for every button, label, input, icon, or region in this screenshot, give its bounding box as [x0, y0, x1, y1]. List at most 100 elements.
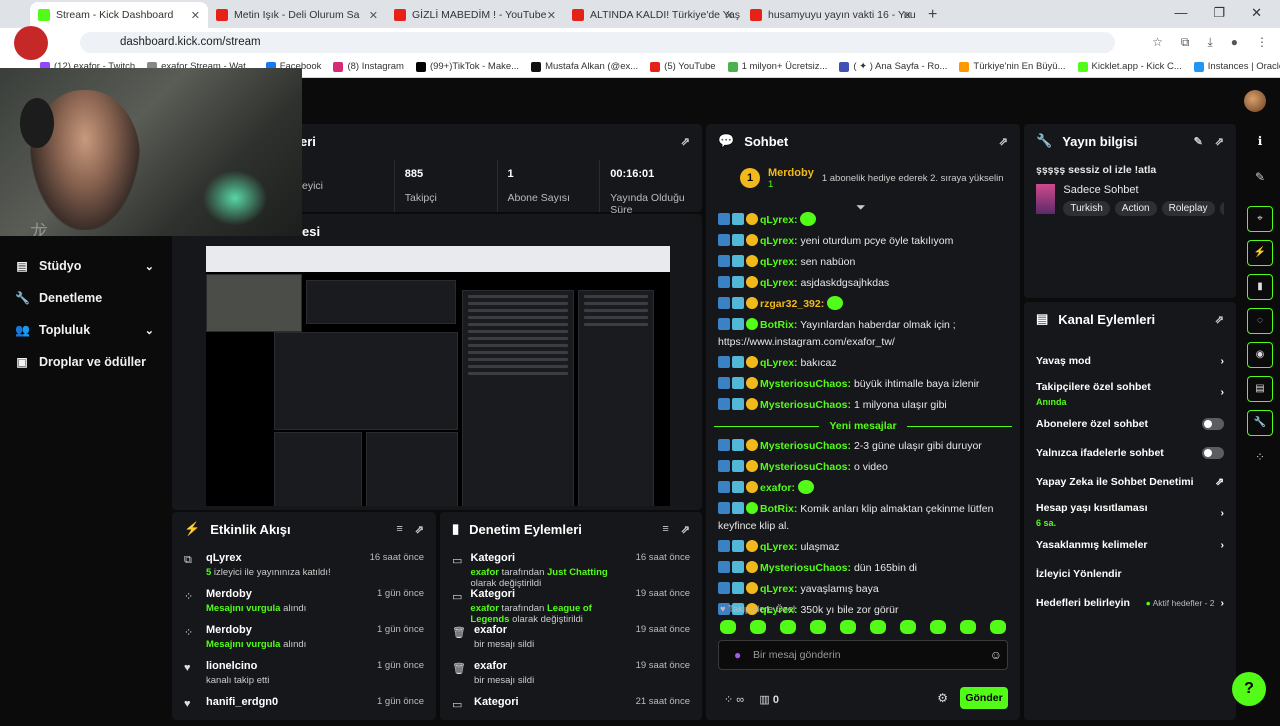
toggle-switch[interactable] [1202, 418, 1224, 430]
mic-icon[interactable]: ● [734, 648, 741, 662]
action-banned-words[interactable]: Yasaklanmış kelimeler› [1024, 530, 1236, 559]
chat-username[interactable]: qLyrex: [760, 357, 798, 369]
chat-message[interactable]: MysteriosuChaos: büyük ihtimalle baya iz… [706, 374, 1020, 395]
chat-message[interactable]: qLyrex: [706, 210, 1020, 231]
avatar[interactable] [1244, 90, 1266, 112]
bookmark-item[interactable]: Türkiye'nin En Büyü... [953, 61, 1071, 72]
action-followers-only[interactable]: Takipçilere özel sohbetAnında› [1024, 375, 1236, 409]
list-item[interactable]: 🗑 exafor bir mesajı sildi 19 saat önce [440, 654, 702, 690]
chat-message[interactable]: MysteriosuChaos: 2-3 güne ulaşır gibi du… [706, 436, 1020, 457]
close-tab-icon[interactable]: ✕ [369, 9, 378, 22]
chat-message[interactable]: rzgar32_392: [706, 294, 1020, 315]
browser-tab[interactable]: Metin Işık - Deli Olurum Sa ✕ [208, 2, 386, 28]
filter-icon[interactable]: ≡ [662, 523, 668, 536]
emote-icon[interactable] [750, 620, 766, 634]
close-window-icon[interactable]: ✕ [1251, 5, 1262, 21]
wrench-icon[interactable]: 🔧 [1247, 410, 1273, 436]
minimize-icon[interactable]: — [1174, 5, 1187, 21]
channel-points[interactable]: ⁘ ∞ ▥ 0 [724, 693, 779, 706]
emote-icon[interactable] [840, 620, 856, 634]
chat-message[interactable]: qLyrex: yeni oturdum pcye öyle takılıyom [706, 231, 1020, 252]
action-goals[interactable]: Hedefleri belirleyin● Aktif hedefler - 2… [1024, 588, 1236, 617]
sidebar-item-moderation[interactable]: 🔧 Denetleme [0, 282, 170, 314]
bookmark-item[interactable]: (99+)TikTok - Make... [410, 61, 525, 72]
chat-message[interactable]: qLyrex: yavaşlamış baya [706, 579, 1020, 600]
chat-username[interactable]: exafor: [760, 482, 795, 494]
action-slow-mode[interactable]: Yavaş mod› [1024, 346, 1236, 375]
list-item[interactable]: ⧉ qLyrex 5 izleyici ile yayınınıza katıl… [172, 546, 436, 582]
close-tab-icon[interactable]: ✕ [725, 9, 734, 22]
edit-icon[interactable]: ✎ [1240, 170, 1280, 184]
chat-message[interactable]: qLyrex: sen nabüon [706, 252, 1020, 273]
emote-icon[interactable] [960, 620, 976, 634]
info-icon[interactable]: ℹ [1240, 134, 1280, 148]
bookmark-item[interactable]: Mustafa Alkan (@ex... [525, 61, 644, 72]
emote-icon[interactable] [870, 620, 886, 634]
list-item[interactable]: ♥ lionelcino kanalı takip etti 1 gün önc… [172, 654, 436, 690]
sidebar-item-community[interactable]: 👥 Topluluk ⌄ [0, 314, 170, 346]
document-icon[interactable]: ▮ [1247, 274, 1273, 300]
action-emote-only[interactable]: Yalnızca ifadelerle sohbet [1024, 438, 1236, 467]
emoji-icon[interactable]: ☺ [990, 648, 1002, 662]
chat-username[interactable]: qLyrex: [760, 583, 798, 595]
chat-username[interactable]: qLyrex: [760, 214, 798, 226]
chat-message[interactable]: BotRix: Komik anları klip almaktan çekin… [706, 499, 1020, 537]
bolt-icon[interactable]: ⚡ [1247, 240, 1273, 266]
action-account-age[interactable]: Hesap yaşı kısıtlaması6 sa.› [1024, 496, 1236, 530]
edit-pencil-icon[interactable]: ✎ [1194, 135, 1203, 148]
chat-message[interactable]: exafor: [706, 478, 1020, 499]
bookmark-item[interactable]: (8) Instagram [327, 61, 410, 72]
chat-bubble-icon[interactable]: ◌ [1247, 308, 1273, 334]
browser-tab[interactable]: GİZLİ MABEDİM ! - YouTube ✕ [386, 2, 564, 28]
action-ai-moderation[interactable]: Yapay Zeka ile Sohbet Denetimi⇗ [1024, 467, 1236, 496]
bookmark-item[interactable]: ( ✦ ) Ana Sayfa - Ro... [833, 61, 953, 72]
points-icon[interactable]: ⁘ [1240, 450, 1280, 464]
list-item[interactable]: ▭ Kategori 21 saat önce [440, 690, 702, 726]
chat-message-input[interactable]: Bir mesaj gönderin [718, 640, 1008, 670]
emote-icon[interactable] [720, 620, 736, 634]
bookmark-item[interactable]: (5) YouTube [644, 61, 721, 72]
broadcast-icon[interactable]: ◉ [1247, 342, 1273, 368]
chat-username[interactable]: BotRix: [760, 503, 797, 515]
list-item[interactable]: ⁘ Merdoby Mesajını vurgula alındı 1 gün … [172, 618, 436, 654]
close-tab-icon[interactable]: ✕ [191, 9, 200, 22]
popout-icon[interactable]: ⇗ [681, 135, 690, 148]
list-item[interactable]: ▭ Kategori exafor tarafından League of L… [440, 582, 702, 618]
chat-username[interactable]: qLyrex: [760, 277, 798, 289]
help-support-button[interactable]: ? [1232, 672, 1266, 706]
chat-username[interactable]: MysteriosuChaos: [760, 378, 851, 390]
popout-icon[interactable]: ⇗ [1215, 135, 1224, 148]
chat-username[interactable]: rzgar32_392: [760, 298, 824, 310]
download-icon[interactable]: ⤓ [1207, 35, 1212, 50]
action-host[interactable]: İzleyici Yönlendir [1024, 559, 1236, 588]
bookmark-item[interactable]: Instances | Oracle Cl... [1188, 61, 1280, 72]
popout-icon[interactable]: ⇗ [999, 135, 1008, 148]
chat-username[interactable]: MysteriosuChaos: [760, 440, 851, 452]
chat-username[interactable]: MysteriosuChaos: [760, 461, 851, 473]
bookmark-star-icon[interactable]: ☆ [1152, 35, 1163, 50]
address-input[interactable]: dashboard.kick.com/stream [80, 32, 1115, 53]
chat-message[interactable]: qLyrex: ulaşmaz [706, 537, 1020, 558]
pinned-gift-leaderboard[interactable]: 1 Merdoby 1 1 abonelik hediye ederek 2. … [706, 158, 1020, 198]
list-item[interactable]: ▭ Kategori exafor tarafından Just Chatti… [440, 546, 702, 582]
sidebar-item-drops[interactable]: ▣ Droplar ve ödüller [0, 346, 170, 378]
menu-icon[interactable]: ⋮ [1256, 35, 1268, 50]
emote-icon[interactable] [780, 620, 796, 634]
browser-tab[interactable]: ALTINDA KALDI! Türkiye'de Yaş ✕ [564, 2, 742, 28]
monitor-icon[interactable]: ▤ [1247, 376, 1273, 402]
chat-username[interactable]: qLyrex: [760, 235, 798, 247]
popout-icon[interactable]: ⇗ [681, 523, 690, 536]
list-item[interactable]: ♥ hanifi_erdgn0 1 gün önce [172, 690, 436, 726]
emote-icon[interactable] [990, 620, 1006, 634]
emote-icon[interactable] [900, 620, 916, 634]
new-tab-button[interactable]: + [920, 6, 945, 28]
bookmark-item[interactable]: 1 milyon+ Ücretsiz... [722, 61, 834, 72]
close-tab-icon[interactable]: ✕ [547, 9, 556, 22]
chat-message[interactable]: MysteriosuChaos: 1 milyona ulaşır gibi [706, 395, 1020, 416]
settings-gear-icon[interactable]: ⚙ [937, 691, 948, 705]
stream-preview-video[interactable] [206, 246, 670, 506]
emote-icon[interactable] [810, 620, 826, 634]
chat-username[interactable]: qLyrex: [760, 256, 798, 268]
close-tab-icon[interactable]: ✕ [903, 9, 912, 22]
extension-icon[interactable]: ⧉ [1181, 35, 1190, 50]
